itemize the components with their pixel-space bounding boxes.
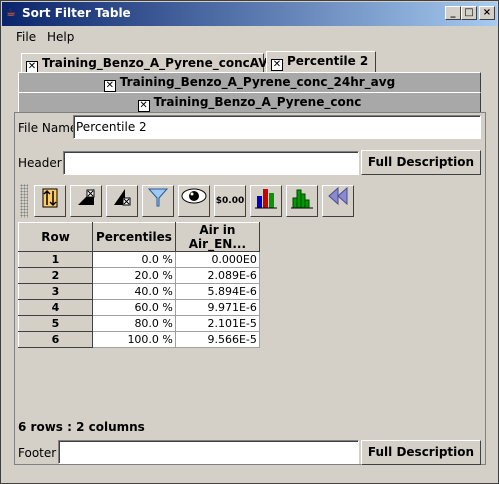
menu-help[interactable]: Help	[47, 30, 74, 44]
data-table: Row Percentiles Air in Air_EN... 1 0.0 %…	[18, 222, 260, 348]
tab-conc[interactable]: ✕ Training_Benzo_A_Pyrene_conc	[18, 92, 481, 112]
window-title: Sort Filter Table	[22, 6, 131, 20]
close-tab-icon[interactable]: ✕	[103, 80, 116, 92]
footer-label: Footer	[18, 446, 57, 460]
minimize-button[interactable]: _	[445, 6, 461, 20]
table-row[interactable]: 3 40.0 % 5.894E-6	[18, 283, 260, 300]
percentile-cell[interactable]: 60.0 %	[92, 299, 176, 316]
table-row[interactable]: 2 20.0 % 2.089E-6	[18, 267, 260, 284]
file-name-label: File Name	[18, 121, 78, 135]
histogram-icon[interactable]	[286, 185, 318, 217]
table-row[interactable]: 6 100.0 % 9.566E-5	[18, 331, 260, 348]
percentile-cell[interactable]: 40.0 %	[92, 283, 176, 300]
row-number: 5	[18, 315, 93, 332]
table-row[interactable]: 4 60.0 % 9.971E-6	[18, 299, 260, 316]
value-cell[interactable]: 0.000E0	[174, 251, 260, 268]
menu-file[interactable]: File	[16, 30, 36, 44]
row-number: 1	[18, 251, 93, 268]
percentile-cell[interactable]: 0.0 %	[92, 251, 176, 268]
bar-chart-icon[interactable]	[250, 185, 282, 217]
sort-vertical-icon[interactable]	[34, 185, 66, 217]
value-cell[interactable]: 5.894E-6	[174, 283, 260, 300]
title-bar[interactable]: ☕ Sort Filter Table _ □ ×	[2, 2, 497, 26]
percentile-cell[interactable]: 80.0 %	[92, 315, 176, 332]
footer-full-description-button[interactable]: Full Description	[361, 440, 481, 465]
filter-row-icon[interactable]	[106, 185, 138, 217]
close-button[interactable]: ×	[479, 6, 495, 20]
app-window: ☕ Sort Filter Table _ □ × File Help ✕ Tra…	[0, 0, 499, 484]
tab-label: Training_Benzo_A_Pyrene_conc_24hr_avg	[119, 75, 396, 89]
close-tab-icon[interactable]: ✕	[137, 100, 150, 112]
header-label: Header	[18, 156, 62, 170]
filter-column-icon[interactable]	[70, 185, 102, 217]
value-cell[interactable]: 9.566E-5	[174, 331, 260, 348]
file-name-field[interactable]: Percentile 2	[73, 115, 481, 139]
currency-format-icon[interactable]: $0.00	[214, 185, 246, 217]
maximize-button[interactable]: □	[461, 6, 477, 20]
rewind-icon[interactable]	[322, 185, 354, 217]
row-number: 3	[18, 283, 93, 300]
row-number: 4	[18, 299, 93, 316]
header-full-description-button[interactable]: Full Description	[361, 150, 481, 175]
tab-percentile-2[interactable]: ✕ Percentile 2	[266, 51, 376, 73]
value-cell[interactable]: 2.089E-6	[174, 267, 260, 284]
tab-concavg[interactable]: ✕ Training_Benzo_A_Pyrene_concAVG	[21, 53, 277, 73]
toolbar: $0.00	[18, 182, 481, 220]
value-cell[interactable]: 2.101E-5	[174, 315, 260, 332]
status-text: 6 rows : 2 columns	[18, 420, 145, 434]
toolbar-grip[interactable]	[20, 184, 28, 218]
table-row[interactable]: 5 80.0 % 2.101E-5	[18, 315, 260, 332]
funnel-icon[interactable]	[142, 185, 174, 217]
value-cell[interactable]: 9.971E-6	[174, 299, 260, 316]
tab-label: Percentile 2	[287, 54, 369, 68]
footer-field[interactable]	[58, 440, 359, 464]
percentile-cell[interactable]: 20.0 %	[92, 267, 176, 284]
java-icon: ☕	[6, 6, 16, 19]
row-number: 2	[18, 267, 93, 284]
column-header-percentiles[interactable]: Percentiles	[92, 222, 176, 252]
tab-conc-24hr-avg[interactable]: ✕ Training_Benzo_A_Pyrene_conc_24hr_avg	[18, 72, 481, 92]
tab-label: Training_Benzo_A_Pyrene_conc	[153, 95, 362, 109]
eye-icon[interactable]	[178, 185, 210, 217]
close-tab-icon[interactable]: ✕	[271, 59, 283, 71]
table-area: Row Percentiles Air in Air_EN... 1 0.0 %…	[18, 222, 481, 417]
row-number: 6	[18, 331, 93, 348]
header-field[interactable]	[63, 151, 359, 175]
tab-label: Training_Benzo_A_Pyrene_concAVG	[42, 56, 278, 70]
percentile-cell[interactable]: 100.0 %	[92, 331, 176, 348]
menu-bar: File Help	[2, 27, 497, 45]
table-row[interactable]: 1 0.0 % 0.000E0	[18, 251, 260, 268]
column-header-row[interactable]: Row	[18, 222, 93, 252]
column-header-air[interactable]: Air in Air_EN...	[174, 222, 260, 252]
